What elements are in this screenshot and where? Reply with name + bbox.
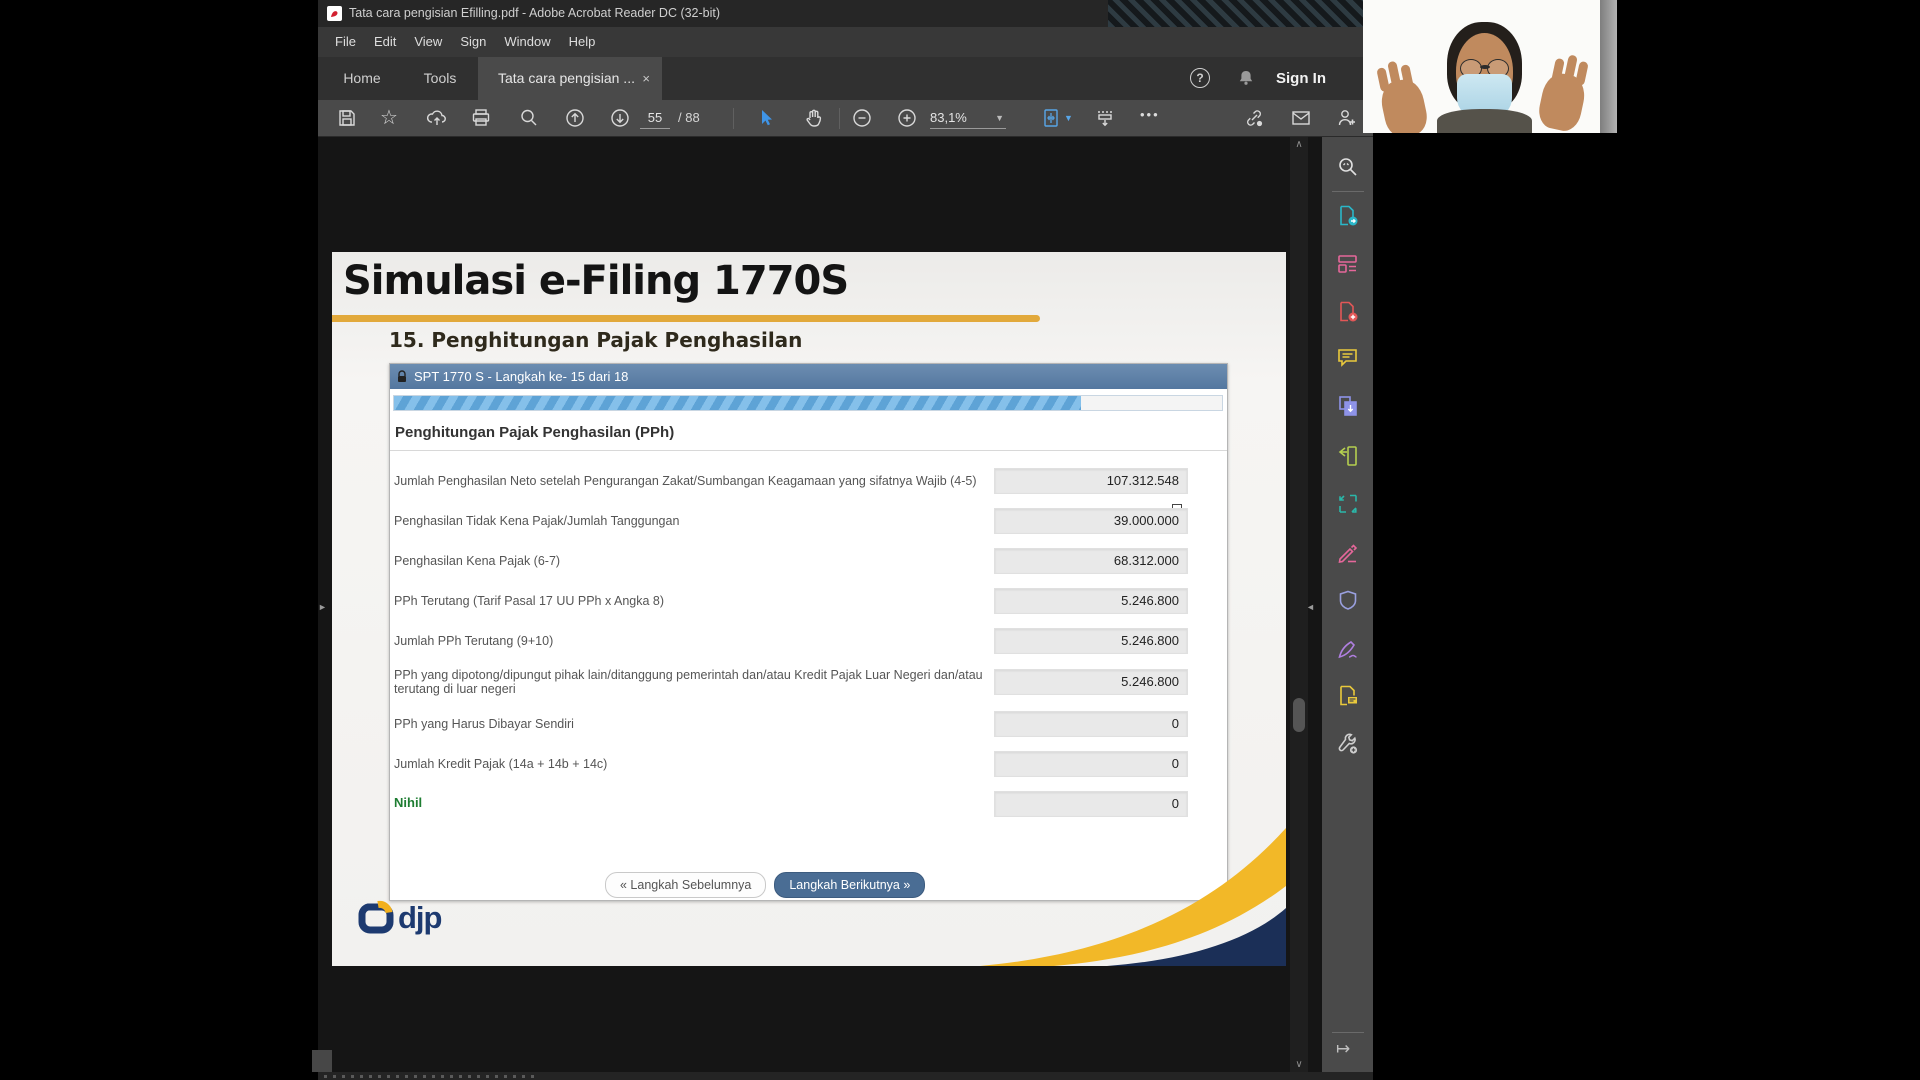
tab-bar: Home Tools Tata cara pengisian ... × ? S… — [318, 57, 1373, 100]
presenter-left-hand — [1378, 76, 1431, 133]
chevron-down-icon[interactable]: ▼ — [1064, 113, 1073, 123]
organize-pages-icon[interactable] — [1336, 444, 1360, 468]
divider — [1332, 1032, 1364, 1033]
presenter-shoulders — [1437, 109, 1532, 133]
close-tab-icon[interactable]: × — [642, 57, 650, 100]
toolbar-separator — [839, 108, 840, 129]
taskbar-edge-strip — [318, 1072, 1373, 1080]
acrobat-window: Tata cara pengisian Efilling.pdf - Adobe… — [318, 0, 1373, 1080]
screen: Tata cara pengisian Efilling.pdf - Adobe… — [0, 0, 1920, 1080]
title-bar: Tata cara pengisian Efilling.pdf - Adobe… — [318, 0, 1373, 27]
zoom-out-icon[interactable] — [851, 107, 873, 129]
compress-pdf-icon[interactable] — [1336, 492, 1360, 516]
hand-tool-icon[interactable] — [803, 107, 825, 129]
taskbar-corner-fragment — [312, 1050, 332, 1072]
fit-page-icon[interactable] — [1040, 107, 1062, 129]
search-document-icon[interactable] — [1336, 155, 1360, 179]
star-favorites-icon[interactable]: ☆ — [380, 107, 402, 129]
divider — [1332, 191, 1364, 192]
cloud-upload-icon[interactable] — [426, 107, 448, 129]
more-tools-icon[interactable] — [1336, 732, 1360, 756]
save-icon[interactable] — [336, 107, 358, 129]
acrobat-pdf-icon — [327, 6, 342, 21]
add-user-icon[interactable] — [1336, 107, 1358, 129]
zoom-level-value: 83,1% — [930, 110, 967, 125]
page-number-input[interactable]: 55 — [640, 108, 670, 129]
scroll-up-icon[interactable]: ∧ — [1290, 139, 1308, 150]
combine-files-icon[interactable] — [1336, 394, 1360, 418]
search-icon[interactable] — [518, 107, 540, 129]
menu-file[interactable]: File — [326, 27, 365, 57]
fill-and-sign-icon[interactable] — [1336, 540, 1360, 564]
menu-help[interactable]: Help — [560, 27, 605, 57]
tab-document-label: Tata cara pengisian ... — [498, 70, 635, 86]
tools-sidebar: ↦ — [1322, 137, 1373, 1080]
scrollbar-thumb[interactable] — [1293, 698, 1305, 732]
notifications-bell-icon[interactable] — [1236, 68, 1256, 93]
edit-pdf-icon[interactable] — [1336, 252, 1360, 276]
menu-window[interactable]: Window — [495, 27, 559, 57]
window-title: Tata cara pengisian Efilling.pdf - Adobe… — [349, 6, 720, 20]
titlebar-hatch-pattern — [1108, 0, 1373, 27]
create-pdf-icon[interactable] — [1336, 300, 1360, 324]
overflow-icon[interactable]: ••• — [1140, 107, 1160, 122]
print-icon[interactable] — [470, 107, 492, 129]
page-total-label: / 88 — [678, 108, 700, 128]
zoom-level-dropdown[interactable]: 83,1% ▼ — [930, 108, 1006, 129]
export-pdf-icon[interactable] — [1336, 204, 1360, 228]
collapse-tools-panel-icon[interactable]: ◄ — [1306, 602, 1315, 612]
document-area: ► Simulasi e-Filing 1770S 15. Penghitung… — [318, 137, 1373, 1080]
zoom-in-icon[interactable] — [896, 107, 918, 129]
taskbar-text-fragment — [324, 1075, 534, 1078]
slide-corner-swoosh — [332, 252, 1286, 966]
main-toolbar: ☆ 55 / 88 83,1% — [318, 100, 1373, 137]
certificates-icon[interactable] — [1336, 637, 1360, 661]
request-signatures-icon[interactable] — [1336, 684, 1360, 708]
protect-icon[interactable] — [1336, 589, 1360, 613]
toolbar-separator — [733, 108, 734, 129]
menu-view[interactable]: View — [405, 27, 451, 57]
tab-document[interactable]: Tata cara pengisian ... × — [478, 57, 662, 100]
open-tools-panel-icon[interactable]: ↦ — [1336, 1039, 1350, 1059]
menu-sign[interactable]: Sign — [451, 27, 495, 57]
menu-edit[interactable]: Edit — [365, 27, 405, 57]
webcam-overlay — [1363, 0, 1600, 133]
scroll-down-icon[interactable]: ∨ — [1290, 1059, 1308, 1070]
pdf-page: Simulasi e-Filing 1770S 15. Penghitungan… — [332, 252, 1286, 966]
sign-in-button[interactable]: Sign In — [1276, 57, 1326, 100]
previous-page-icon[interactable] — [564, 107, 586, 129]
webcam-side-strip — [1600, 0, 1617, 133]
email-icon[interactable] — [1290, 107, 1312, 129]
help-icon[interactable]: ? — [1190, 68, 1210, 88]
chevron-down-icon: ▼ — [995, 108, 1004, 128]
tab-home[interactable]: Home — [326, 57, 398, 100]
menu-bar: File Edit View Sign Window Help — [318, 27, 1373, 57]
select-tool-icon[interactable] — [755, 107, 777, 129]
next-page-icon[interactable] — [609, 107, 631, 129]
comment-icon[interactable] — [1336, 346, 1360, 370]
tab-tools[interactable]: Tools — [404, 57, 476, 100]
expand-left-panel-icon[interactable]: ► — [318, 602, 327, 612]
share-link-icon[interactable] — [1243, 107, 1265, 129]
presenter-right-hand — [1536, 70, 1589, 133]
scroll-mode-icon[interactable] — [1094, 107, 1116, 129]
